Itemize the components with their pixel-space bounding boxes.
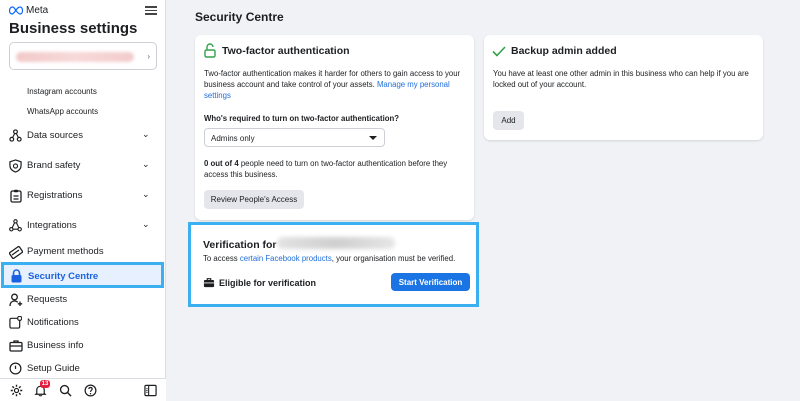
backup-admin-description: You have at least one other admin in thi… (493, 69, 749, 89)
lock-icon (9, 268, 24, 283)
shield-icon (8, 158, 23, 173)
card-icon (8, 244, 23, 259)
sidebar-item-label: Brand safety (27, 160, 81, 171)
sidebar-item-label: Setup Guide (27, 363, 80, 374)
backup-admin-heading: Backup admin added (511, 45, 617, 57)
verification-heading: Verification for (203, 239, 277, 251)
chevron-down-icon: ⌄ (142, 129, 150, 139)
sidebar-item-label: Data sources (27, 130, 83, 141)
blurred-business-name (16, 52, 134, 62)
person-add-icon (8, 292, 23, 307)
verification-card: Verification for To access certain Faceb… (195, 229, 472, 300)
clipboard-icon (8, 188, 23, 203)
start-verification-button[interactable]: Start Verification (391, 273, 470, 291)
sidebar-item-label: Notifications (27, 317, 79, 328)
add-admin-button[interactable]: Add (493, 111, 524, 130)
sidebar-item-data-sources[interactable]: Data sources ⌄ (0, 125, 166, 147)
meta-brand-text: Meta (26, 5, 49, 16)
sidebar-bottom-toolbar: 13 (0, 378, 166, 401)
data-sources-icon (8, 128, 23, 143)
checkmark-icon (492, 46, 506, 57)
sidebar-item-label: Integrations (27, 220, 77, 231)
chevron-right-icon: › (147, 52, 150, 61)
notification-count-badge: 13 (40, 380, 50, 388)
verification-highlight: Verification for To access certain Faceb… (188, 222, 479, 307)
two-factor-requirement-dropdown[interactable]: Admins only (204, 128, 385, 147)
sidebar-item-label: Registrations (27, 190, 83, 201)
sidebar-item-integrations[interactable]: Integrations ⌄ (0, 215, 166, 237)
two-factor-status-count: 0 out of 4 (204, 159, 239, 168)
business-settings-title: Business settings (9, 20, 138, 37)
sidebar-item-requests[interactable]: Requests (0, 289, 166, 311)
two-factor-status-text: people need to turn on two-factor authen… (204, 159, 448, 179)
sidebar-item-registrations[interactable]: Registrations ⌄ (0, 185, 166, 207)
eligible-for-verification-label: Eligible for verification (219, 278, 317, 288)
sidebar-item-label: Security Centre (28, 271, 99, 282)
sidebar-item-payment-methods[interactable]: Payment methods (0, 241, 166, 263)
integrations-icon (8, 218, 23, 233)
business-selector[interactable]: › (9, 42, 157, 70)
review-peoples-access-button[interactable]: Review People's Access (204, 190, 304, 209)
menu-icon[interactable] (145, 4, 157, 16)
sidebar-item-notifications[interactable]: Notifications (0, 312, 166, 334)
sidebar-item-security-centre[interactable]: Security Centre (1, 262, 164, 288)
sidebar-subitem-whatsapp-accounts[interactable]: WhatsApp accounts (27, 107, 98, 116)
verification-text-suffix: , your organisation must be verified. (331, 254, 456, 263)
verification-text-prefix: To access (203, 254, 240, 263)
backup-admin-card: Backup admin added You have at least one… (484, 35, 763, 140)
sidebar-item-brand-safety[interactable]: Brand safety ⌄ (0, 155, 166, 177)
two-factor-card: Two-factor authentication Two-factor aut… (195, 35, 474, 220)
chevron-down-icon: ⌄ (142, 219, 150, 229)
meta-logo[interactable]: Meta (9, 5, 48, 16)
two-factor-question: Who's required to turn on two-factor aut… (204, 114, 400, 123)
unlocked-icon (204, 43, 216, 58)
gear-icon[interactable] (10, 384, 23, 397)
meta-infinity-icon (9, 6, 23, 15)
two-factor-heading: Two-factor authentication (222, 45, 350, 57)
dropdown-selected-value: Admins only (211, 134, 255, 143)
two-factor-status: 0 out of 4 people need to turn on two-fa… (204, 158, 466, 180)
sidebar-item-label: Payment methods (27, 246, 104, 257)
briefcase-icon (8, 338, 23, 353)
page-title: Security Centre (195, 10, 284, 24)
sidebar-item-label: Requests (27, 294, 68, 305)
chevron-down-icon: ⌄ (142, 159, 150, 169)
facebook-products-link[interactable]: certain Facebook products (240, 254, 332, 263)
collapse-panel-icon[interactable] (144, 384, 157, 397)
guide-icon (8, 361, 23, 376)
search-icon[interactable] (59, 384, 72, 397)
notifications-icon (8, 315, 23, 330)
blurred-business-name (277, 237, 395, 249)
help-icon[interactable] (84, 384, 97, 397)
briefcase-icon (203, 278, 215, 288)
sidebar: Meta Business settings › Instagram accou… (0, 0, 166, 401)
sidebar-item-label: Business info (27, 340, 84, 351)
chevron-down-icon: ⌄ (142, 189, 150, 199)
sidebar-item-setup-guide[interactable]: Setup Guide (0, 358, 166, 378)
sidebar-subitem-instagram-accounts[interactable]: Instagram accounts (27, 87, 97, 96)
verification-description: To access certain Facebook products, you… (203, 253, 473, 264)
caret-down-icon (369, 136, 377, 140)
two-factor-description: Two-factor authentication makes it harde… (204, 68, 466, 101)
sidebar-item-business-info[interactable]: Business info (0, 335, 166, 357)
